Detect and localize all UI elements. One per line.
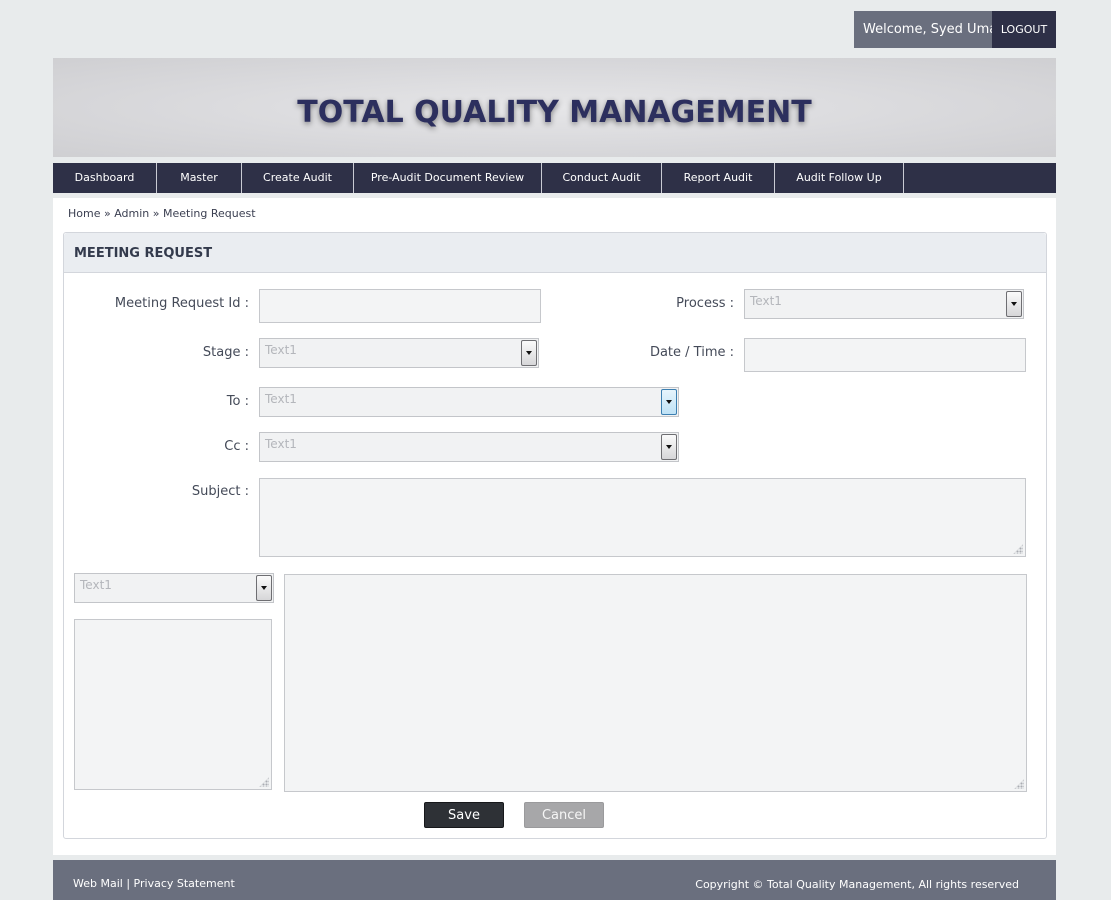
webmail-link[interactable]: Web Mail (73, 877, 123, 890)
site-title: TOTAL QUALITY MANAGEMENT (297, 95, 812, 130)
nav-conduct-audit[interactable]: Conduct Audit (542, 163, 662, 193)
footer-divider: | (126, 877, 131, 890)
message-body-textarea[interactable] (284, 574, 1027, 792)
copyright-text: Copyright © Total Quality Management, Al… (695, 878, 1019, 891)
process-select-value: Text1 (750, 294, 782, 308)
cc-select-value: Text1 (265, 437, 297, 451)
chevron-down-icon[interactable] (661, 389, 677, 415)
footer-links: Web Mail | Privacy Statement (73, 877, 235, 890)
nav-report-audit[interactable]: Report Audit (662, 163, 775, 193)
breadcrumb-current: Meeting Request (163, 207, 256, 220)
breadcrumb-separator: » (152, 207, 160, 220)
stage-label: Stage : (202, 345, 249, 360)
subject-textarea[interactable] (259, 478, 1026, 557)
to-label: To : (226, 394, 249, 409)
to-select-value: Text1 (265, 392, 297, 406)
chevron-down-icon[interactable] (1006, 291, 1022, 317)
process-select[interactable]: Text1 (744, 289, 1024, 319)
meeting-request-form: MEETING REQUEST Meeting Request Id : Pro… (63, 232, 1047, 839)
breadcrumb-admin[interactable]: Admin (114, 207, 149, 220)
stage-select[interactable]: Text1 (259, 338, 539, 368)
save-button[interactable]: Save (424, 802, 504, 828)
stage-select-value: Text1 (265, 343, 297, 357)
chevron-down-icon[interactable] (661, 434, 677, 460)
content-panel: Home » Admin » Meeting Request MEETING R… (53, 198, 1056, 855)
user-bar: Welcome, Syed Umar LOGOUT (854, 11, 1056, 48)
footer: Web Mail | Privacy Statement Copyright ©… (53, 860, 1056, 900)
process-label: Process : (676, 296, 734, 311)
header-banner: TOTAL QUALITY MANAGEMENT (53, 58, 1056, 157)
chevron-down-icon[interactable] (521, 340, 537, 366)
logout-button[interactable]: LOGOUT (992, 11, 1056, 48)
cancel-button[interactable]: Cancel (524, 802, 604, 828)
welcome-text: Welcome, Syed Umar (854, 11, 1003, 48)
datetime-label: Date / Time : (649, 345, 734, 360)
list-filter-select-value: Text1 (80, 578, 112, 592)
list-box[interactable] (74, 619, 272, 790)
nav-dashboard[interactable]: Dashboard (53, 163, 157, 193)
nav-pre-audit-document-review[interactable]: Pre-Audit Document Review (354, 163, 542, 193)
form-title: MEETING REQUEST (74, 246, 213, 261)
breadcrumb-home[interactable]: Home (68, 207, 100, 220)
list-filter-select[interactable]: Text1 (74, 573, 274, 603)
meeting-request-id-input[interactable] (259, 289, 541, 323)
nav-master[interactable]: Master (157, 163, 242, 193)
chevron-down-icon[interactable] (256, 575, 272, 601)
datetime-input[interactable] (744, 338, 1026, 372)
resize-grip-icon[interactable] (1014, 779, 1024, 789)
meeting-request-id-label: Meeting Request Id : (114, 296, 249, 311)
cc-label: Cc : (224, 439, 249, 454)
resize-grip-icon[interactable] (1013, 544, 1023, 554)
to-select[interactable]: Text1 (259, 387, 679, 417)
main-nav: Dashboard Master Create Audit Pre-Audit … (53, 163, 1056, 193)
subject-label: Subject : (191, 484, 249, 499)
cc-select[interactable]: Text1 (259, 432, 679, 462)
breadcrumb: Home » Admin » Meeting Request (68, 207, 256, 220)
nav-create-audit[interactable]: Create Audit (242, 163, 354, 193)
breadcrumb-separator: » (103, 207, 111, 220)
resize-grip-icon[interactable] (259, 777, 269, 787)
nav-audit-follow-up[interactable]: Audit Follow Up (775, 163, 904, 193)
privacy-statement-link[interactable]: Privacy Statement (134, 877, 235, 890)
